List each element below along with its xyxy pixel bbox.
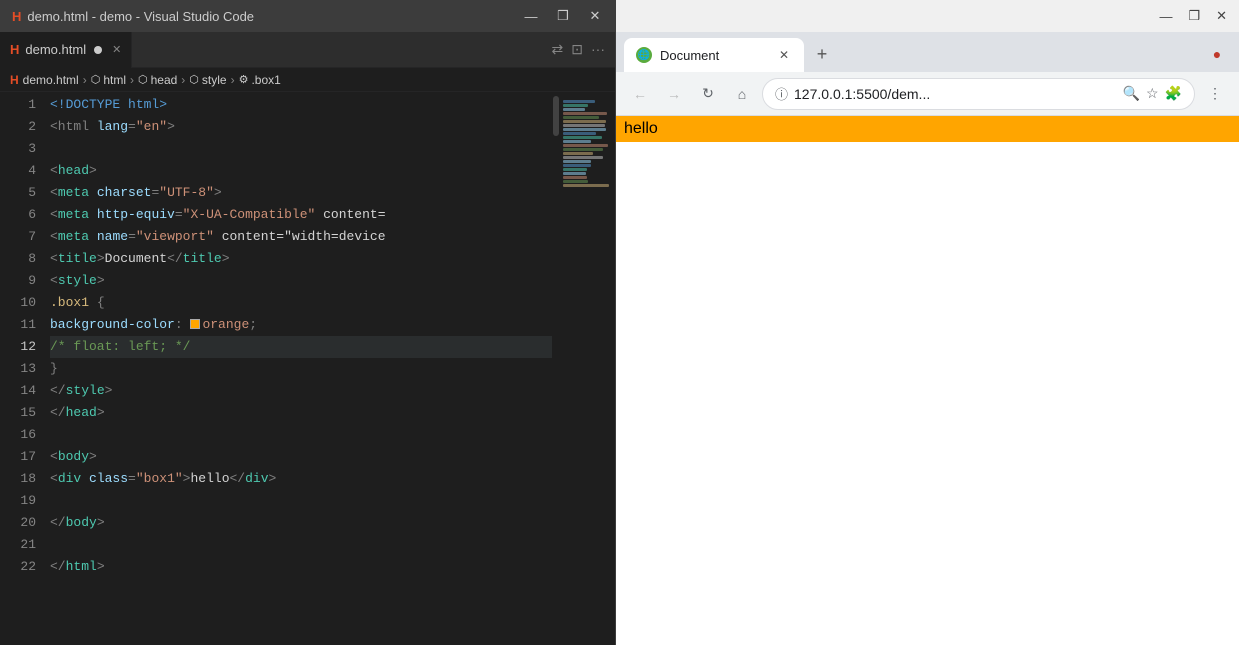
hello-text: hello (624, 120, 658, 137)
breadcrumb-sep-1: › (83, 73, 87, 87)
more-menu-button[interactable]: ⋮ (1201, 80, 1229, 108)
code-line-13: } (50, 358, 552, 380)
code-line-15: </head> (50, 402, 552, 424)
security-icon: ⓘ (775, 84, 788, 103)
code-line-19 (50, 490, 552, 512)
code-line-14: </style> (50, 380, 552, 402)
code-line-10: .box1 { (50, 292, 552, 314)
scrollbar-thumb (553, 96, 559, 136)
code-line-22: </html> (50, 556, 552, 578)
browser-maximize-button[interactable]: ❒ (1188, 8, 1200, 24)
code-line-4: <head> (50, 160, 552, 182)
code-line-1: <!DOCTYPE html> (50, 94, 552, 116)
code-line-7: <meta name="viewport" content="width=dev… (50, 226, 552, 248)
reload-icon: ↻ (702, 85, 714, 102)
back-icon: ← (633, 86, 647, 102)
code-line-8: <title>Document</title> (50, 248, 552, 270)
breadcrumb: H demo.html › ⬡ html › ⬡ head › ⬡ style … (0, 68, 615, 92)
new-tab-button[interactable]: + (808, 40, 836, 68)
code-line-5: <meta charset="UTF-8"> (50, 182, 552, 204)
vscode-title: H demo.html - demo - Visual Studio Code (12, 9, 254, 24)
tab-html5-icon: H (10, 42, 19, 57)
browser-tab-title: Document (660, 48, 768, 63)
hello-div: hello (616, 116, 1239, 142)
vscode-editor[interactable]: 12345678910111213141516171819202122 <!DO… (0, 92, 615, 645)
code-line-3 (50, 138, 552, 160)
breadcrumb-style-icon: ⬡ (189, 73, 199, 86)
profile-button[interactable]: ● (1203, 40, 1231, 68)
home-button[interactable]: ⌂ (728, 80, 756, 108)
browser-titlebar: — ❒ ✕ (616, 0, 1239, 32)
vscode-titlebar: H demo.html - demo - Visual Studio Code … (0, 0, 615, 32)
code-line-6: <meta http-equiv="X-UA-Compatible" conte… (50, 204, 552, 226)
vscode-title-text: demo.html - demo - Visual Studio Code (27, 9, 254, 24)
code-area[interactable]: <!DOCTYPE html><html lang="en"><head><me… (44, 92, 552, 645)
code-line-2: <html lang="en"> (50, 116, 552, 138)
extensions-icon[interactable]: 🧩 (1165, 85, 1182, 102)
breadcrumb-class[interactable]: ⚙ .box1 (239, 73, 281, 87)
breadcrumb-html5-icon: H (10, 73, 19, 87)
minimap (560, 92, 615, 645)
address-bar[interactable]: ⓘ 127.0.0.1:5500/dem... 🔍 ☆ 🧩 (762, 78, 1195, 110)
code-line-12: /* float: left; */ (50, 336, 552, 358)
code-line-11: background-color: orange; (50, 314, 552, 336)
browser-tab-favicon: 🌐 (636, 47, 652, 63)
maximize-button[interactable]: ❒ (555, 8, 571, 24)
breadcrumb-filename[interactable]: demo.html (23, 73, 79, 87)
back-button[interactable]: ← (626, 80, 654, 108)
browser-toolbar: ← → ↻ ⌂ ⓘ 127.0.0.1:5500/dem... 🔍 ☆ 🧩 ⋮ (616, 72, 1239, 116)
code-line-20: </body> (50, 512, 552, 534)
browser-tab-document[interactable]: 🌐 Document ✕ (624, 38, 804, 72)
tab-label: demo.html (25, 42, 86, 57)
breadcrumb-sep-3: › (181, 73, 185, 87)
toggle-layout-button[interactable]: ⊡ (571, 41, 583, 58)
forward-button[interactable]: → (660, 80, 688, 108)
breadcrumb-sep-4: › (231, 73, 235, 87)
browser-panel: — ❒ ✕ 🌐 Document ✕ + ● ← → ↻ ⌂ ⓘ 127.0 (615, 0, 1239, 645)
forward-icon: → (667, 86, 681, 102)
browser-content: hello (616, 116, 1239, 645)
reload-button[interactable]: ↻ (694, 80, 722, 108)
vscode-html5-icon: H (12, 9, 21, 24)
browser-tab-close-button[interactable]: ✕ (776, 47, 792, 63)
browser-tabbar: 🌐 Document ✕ + ● (616, 32, 1239, 72)
split-editor-button[interactable]: ⇄ (552, 41, 564, 58)
breadcrumb-html-icon: ⬡ (91, 73, 101, 86)
tab-close-button[interactable]: ✕ (112, 43, 121, 56)
code-line-16 (50, 424, 552, 446)
home-icon: ⌂ (738, 86, 746, 102)
browser-close-button[interactable]: ✕ (1216, 8, 1227, 24)
minimize-button[interactable]: — (523, 9, 539, 24)
code-line-21 (50, 534, 552, 556)
breadcrumb-sep-2: › (130, 73, 134, 87)
vscode-window-controls: — ❒ ✕ (523, 8, 603, 24)
vscode-tab-demo[interactable]: H demo.html ✕ (0, 32, 132, 68)
address-bar-url: 127.0.0.1:5500/dem... (794, 86, 1117, 102)
more-actions-button[interactable]: ··· (591, 41, 605, 58)
breadcrumb-class-icon: ⚙ (239, 73, 249, 86)
line-numbers: 12345678910111213141516171819202122 (0, 92, 44, 645)
browser-toolbar-actions: ⋮ (1201, 80, 1229, 108)
tabbar-actions: ⇄ ⊡ ··· (552, 41, 615, 58)
minimap-content (563, 100, 611, 188)
more-dots-icon: ⋮ (1208, 85, 1222, 102)
tab-dirty-indicator (94, 46, 102, 54)
favicon-icon: 🌐 (638, 50, 650, 61)
vscode-tabbar: H demo.html ✕ ⇄ ⊡ ··· (0, 32, 615, 68)
bookmark-icon[interactable]: ☆ (1146, 85, 1159, 102)
editor-scrollbar[interactable] (552, 92, 560, 645)
close-button[interactable]: ✕ (587, 8, 603, 24)
vscode-panel: H demo.html - demo - Visual Studio Code … (0, 0, 615, 645)
breadcrumb-head-icon: ⬡ (138, 73, 148, 86)
code-line-9: <style> (50, 270, 552, 292)
breadcrumb-head[interactable]: ⬡ head (138, 73, 177, 87)
search-lens-icon[interactable]: 🔍 (1123, 85, 1140, 102)
breadcrumb-style[interactable]: ⬡ style (189, 73, 226, 87)
breadcrumb-html[interactable]: ⬡ html (91, 73, 126, 87)
color-swatch (190, 319, 200, 329)
code-line-18: <div class="box1">hello</div> (50, 468, 552, 490)
browser-minimize-button[interactable]: — (1159, 9, 1172, 24)
code-line-17: <body> (50, 446, 552, 468)
